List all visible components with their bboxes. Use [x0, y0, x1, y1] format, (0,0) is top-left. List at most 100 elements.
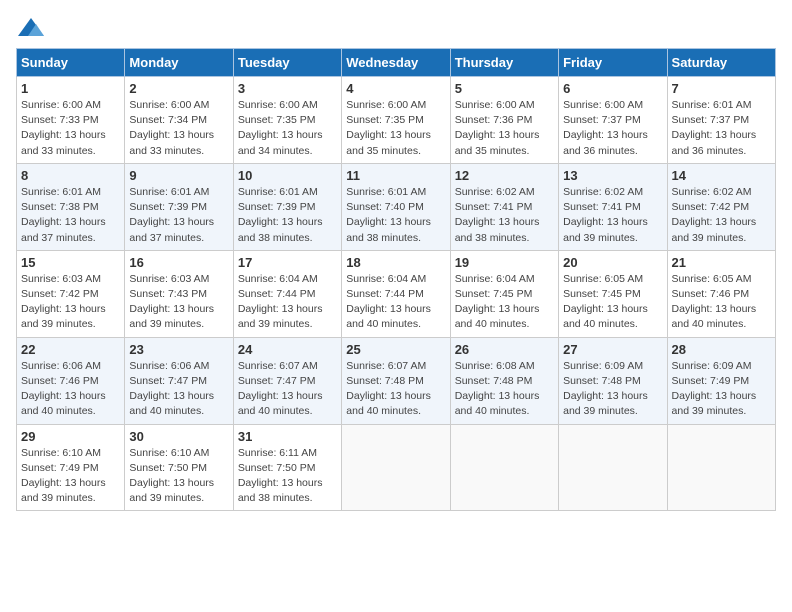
calendar-cell: 24 Sunrise: 6:07 AM Sunset: 7:47 PM Dayli…	[233, 337, 341, 424]
calendar-cell	[559, 424, 667, 511]
day-number: 21	[672, 255, 771, 270]
calendar-cell: 23 Sunrise: 6:06 AM Sunset: 7:47 PM Dayli…	[125, 337, 233, 424]
day-number: 14	[672, 168, 771, 183]
day-detail: Sunrise: 6:01 AM Sunset: 7:38 PM Dayligh…	[21, 185, 120, 246]
page-header	[16, 16, 776, 40]
calendar-cell: 18 Sunrise: 6:04 AM Sunset: 7:44 PM Dayli…	[342, 250, 450, 337]
calendar-cell: 21 Sunrise: 6:05 AM Sunset: 7:46 PM Dayli…	[667, 250, 775, 337]
day-detail: Sunrise: 6:02 AM Sunset: 7:42 PM Dayligh…	[672, 185, 771, 246]
calendar-cell: 27Sunrise: 6:09 AM Sunset: 7:48 PM Dayli…	[559, 337, 667, 424]
day-number: 22	[21, 342, 120, 357]
logo-icon	[16, 16, 46, 40]
day-detail: Sunrise: 6:06 AM Sunset: 7:47 PM Dayligh…	[129, 359, 228, 420]
header-wednesday: Wednesday	[342, 49, 450, 77]
calendar-cell: 7 Sunrise: 6:01 AM Sunset: 7:37 PM Daylig…	[667, 77, 775, 164]
calendar-cell: 4 Sunrise: 6:00 AM Sunset: 7:35 PM Daylig…	[342, 77, 450, 164]
day-detail: Sunrise: 6:05 AM Sunset: 7:46 PM Dayligh…	[672, 272, 771, 333]
calendar-cell: 26Sunrise: 6:08 AM Sunset: 7:48 PM Dayli…	[450, 337, 558, 424]
day-detail: Sunrise: 6:07 AM Sunset: 7:48 PM Dayligh…	[346, 359, 445, 420]
day-detail: Sunrise: 6:00 AM Sunset: 7:37 PM Dayligh…	[563, 98, 662, 159]
day-number: 23	[129, 342, 228, 357]
day-number: 29	[21, 429, 120, 444]
day-detail: Sunrise: 6:07 AM Sunset: 7:47 PM Dayligh…	[238, 359, 337, 420]
calendar-cell: 15 Sunrise: 6:03 AM Sunset: 7:42 PM Dayli…	[17, 250, 125, 337]
calendar-cell: 14 Sunrise: 6:02 AM Sunset: 7:42 PM Dayli…	[667, 163, 775, 250]
calendar-cell: 16Sunrise: 6:03 AM Sunset: 7:43 PM Dayli…	[125, 250, 233, 337]
day-detail: Sunrise: 6:06 AM Sunset: 7:46 PM Dayligh…	[21, 359, 120, 420]
calendar-week-3: 15 Sunrise: 6:03 AM Sunset: 7:42 PM Dayli…	[17, 250, 776, 337]
day-detail: Sunrise: 6:09 AM Sunset: 7:49 PM Dayligh…	[672, 359, 771, 420]
day-number: 20	[563, 255, 662, 270]
day-number: 18	[346, 255, 445, 270]
calendar-cell: 13 Sunrise: 6:02 AM Sunset: 7:41 PM Dayli…	[559, 163, 667, 250]
day-number: 31	[238, 429, 337, 444]
day-detail: Sunrise: 6:03 AM Sunset: 7:43 PM Dayligh…	[129, 272, 228, 333]
day-detail: Sunrise: 6:01 AM Sunset: 7:37 PM Dayligh…	[672, 98, 771, 159]
day-detail: Sunrise: 6:03 AM Sunset: 7:42 PM Dayligh…	[21, 272, 120, 333]
day-detail: Sunrise: 6:01 AM Sunset: 7:39 PM Dayligh…	[129, 185, 228, 246]
day-number: 28	[672, 342, 771, 357]
day-detail: Sunrise: 6:11 AM Sunset: 7:50 PM Dayligh…	[238, 446, 337, 507]
day-detail: Sunrise: 6:05 AM Sunset: 7:45 PM Dayligh…	[563, 272, 662, 333]
calendar-cell	[667, 424, 775, 511]
day-number: 13	[563, 168, 662, 183]
day-detail: Sunrise: 6:02 AM Sunset: 7:41 PM Dayligh…	[563, 185, 662, 246]
day-number: 17	[238, 255, 337, 270]
calendar-cell: 31 Sunrise: 6:11 AM Sunset: 7:50 PM Dayli…	[233, 424, 341, 511]
day-number: 2	[129, 81, 228, 96]
day-number: 24	[238, 342, 337, 357]
day-detail: Sunrise: 6:10 AM Sunset: 7:49 PM Dayligh…	[21, 446, 120, 507]
logo	[16, 16, 50, 40]
day-detail: Sunrise: 6:01 AM Sunset: 7:40 PM Dayligh…	[346, 185, 445, 246]
calendar-cell: 22 Sunrise: 6:06 AM Sunset: 7:46 PM Dayli…	[17, 337, 125, 424]
day-detail: Sunrise: 6:00 AM Sunset: 7:35 PM Dayligh…	[346, 98, 445, 159]
day-number: 10	[238, 168, 337, 183]
day-detail: Sunrise: 6:00 AM Sunset: 7:36 PM Dayligh…	[455, 98, 554, 159]
calendar-cell: 11 Sunrise: 6:01 AM Sunset: 7:40 PM Dayli…	[342, 163, 450, 250]
calendar-cell: 29 Sunrise: 6:10 AM Sunset: 7:49 PM Dayli…	[17, 424, 125, 511]
calendar-week-2: 8 Sunrise: 6:01 AM Sunset: 7:38 PM Daylig…	[17, 163, 776, 250]
calendar-cell	[342, 424, 450, 511]
day-number: 5	[455, 81, 554, 96]
day-number: 7	[672, 81, 771, 96]
day-number: 1	[21, 81, 120, 96]
day-number: 8	[21, 168, 120, 183]
day-number: 30	[129, 429, 228, 444]
calendar-cell	[450, 424, 558, 511]
calendar-cell: 19Sunrise: 6:04 AM Sunset: 7:45 PM Dayli…	[450, 250, 558, 337]
calendar-cell: 10 Sunrise: 6:01 AM Sunset: 7:39 PM Dayli…	[233, 163, 341, 250]
header-saturday: Saturday	[667, 49, 775, 77]
day-detail: Sunrise: 6:00 AM Sunset: 7:35 PM Dayligh…	[238, 98, 337, 159]
day-detail: Sunrise: 6:01 AM Sunset: 7:39 PM Dayligh…	[238, 185, 337, 246]
calendar-week-1: 1Sunrise: 6:00 AM Sunset: 7:33 PM Daylig…	[17, 77, 776, 164]
day-number: 11	[346, 168, 445, 183]
header-sunday: Sunday	[17, 49, 125, 77]
calendar-cell: 5 Sunrise: 6:00 AM Sunset: 7:36 PM Daylig…	[450, 77, 558, 164]
day-detail: Sunrise: 6:00 AM Sunset: 7:34 PM Dayligh…	[129, 98, 228, 159]
day-number: 4	[346, 81, 445, 96]
calendar-cell: 12Sunrise: 6:02 AM Sunset: 7:41 PM Dayli…	[450, 163, 558, 250]
calendar-cell: 25 Sunrise: 6:07 AM Sunset: 7:48 PM Dayli…	[342, 337, 450, 424]
day-number: 15	[21, 255, 120, 270]
calendar-header: SundayMondayTuesdayWednesdayThursdayFrid…	[17, 49, 776, 77]
day-number: 6	[563, 81, 662, 96]
calendar-cell: 1Sunrise: 6:00 AM Sunset: 7:33 PM Daylig…	[17, 77, 125, 164]
day-number: 3	[238, 81, 337, 96]
calendar-cell: 28 Sunrise: 6:09 AM Sunset: 7:49 PM Dayli…	[667, 337, 775, 424]
calendar-cell: 8 Sunrise: 6:01 AM Sunset: 7:38 PM Daylig…	[17, 163, 125, 250]
day-detail: Sunrise: 6:10 AM Sunset: 7:50 PM Dayligh…	[129, 446, 228, 507]
calendar-week-5: 29 Sunrise: 6:10 AM Sunset: 7:49 PM Dayli…	[17, 424, 776, 511]
day-detail: Sunrise: 6:04 AM Sunset: 7:44 PM Dayligh…	[238, 272, 337, 333]
day-detail: Sunrise: 6:08 AM Sunset: 7:48 PM Dayligh…	[455, 359, 554, 420]
calendar-week-4: 22 Sunrise: 6:06 AM Sunset: 7:46 PM Dayli…	[17, 337, 776, 424]
calendar-cell: 2 Sunrise: 6:00 AM Sunset: 7:34 PM Daylig…	[125, 77, 233, 164]
day-number: 25	[346, 342, 445, 357]
header-tuesday: Tuesday	[233, 49, 341, 77]
calendar-cell: 17 Sunrise: 6:04 AM Sunset: 7:44 PM Dayli…	[233, 250, 341, 337]
header-thursday: Thursday	[450, 49, 558, 77]
day-detail: Sunrise: 6:02 AM Sunset: 7:41 PM Dayligh…	[455, 185, 554, 246]
calendar-cell: 6 Sunrise: 6:00 AM Sunset: 7:37 PM Daylig…	[559, 77, 667, 164]
day-number: 27	[563, 342, 662, 357]
calendar-cell: 3 Sunrise: 6:00 AM Sunset: 7:35 PM Daylig…	[233, 77, 341, 164]
day-detail: Sunrise: 6:04 AM Sunset: 7:44 PM Dayligh…	[346, 272, 445, 333]
